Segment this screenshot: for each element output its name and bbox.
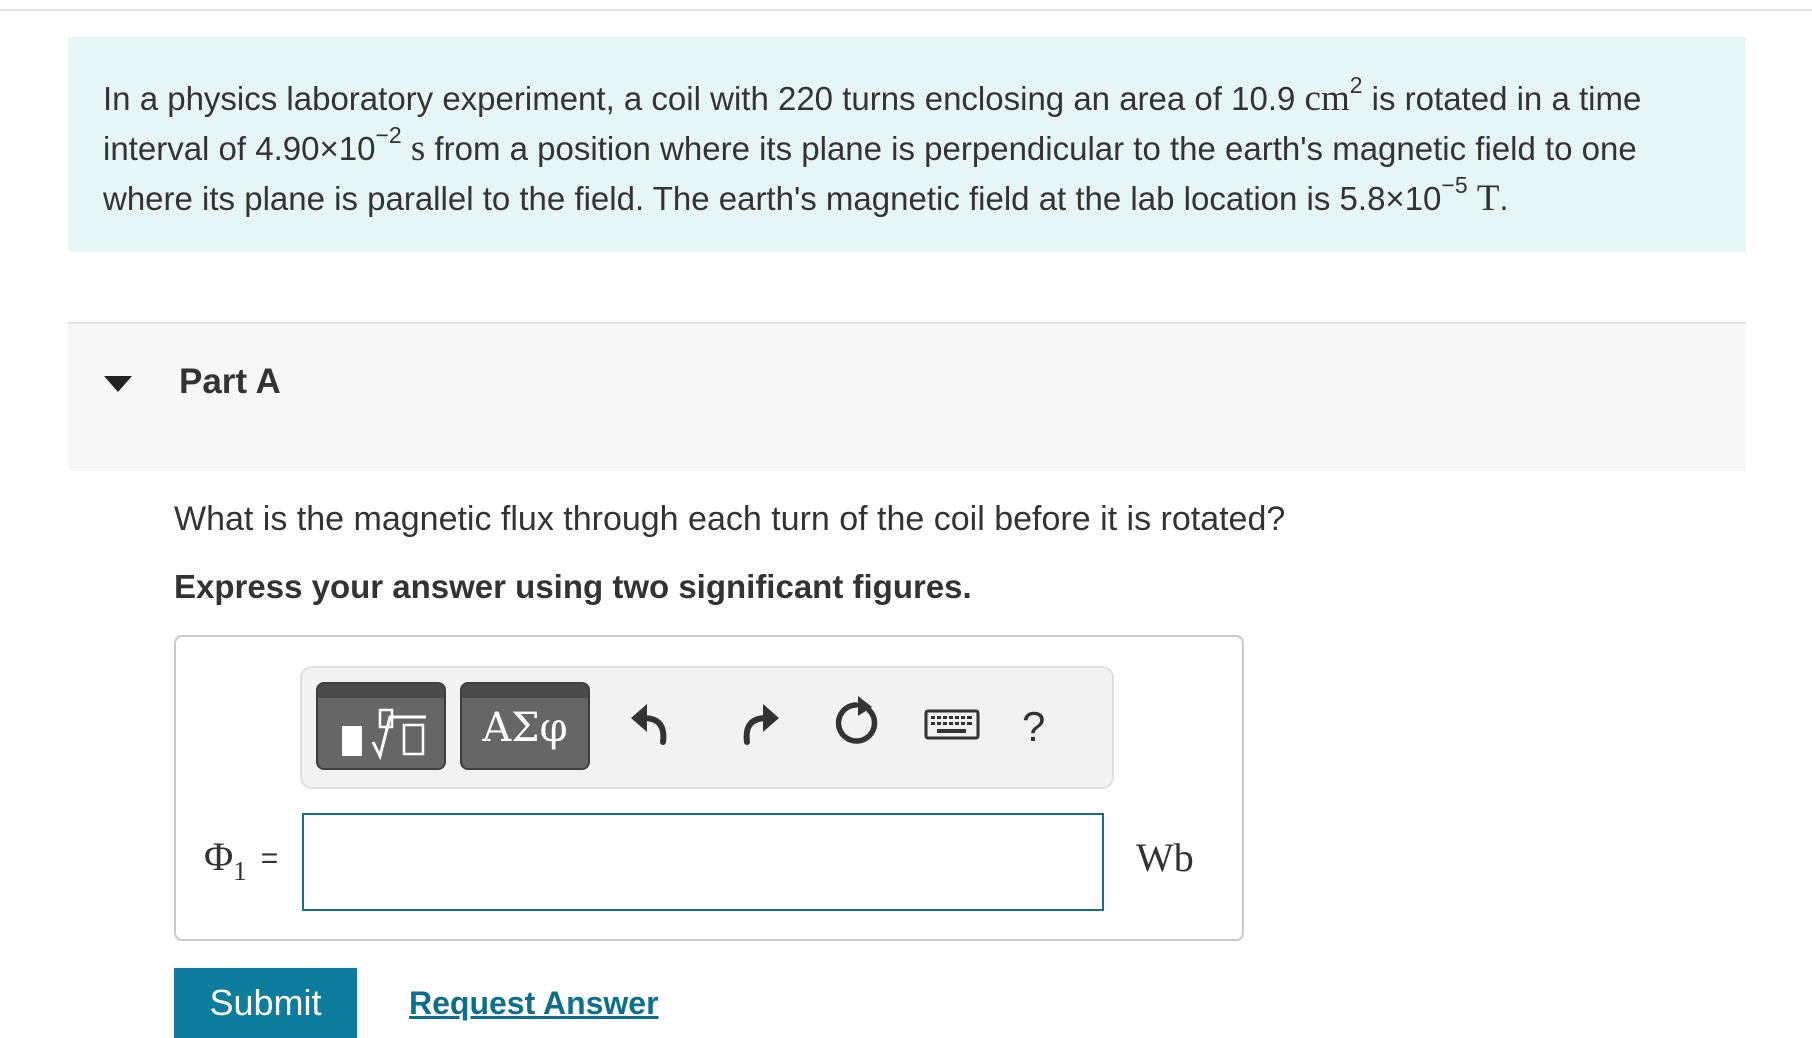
problem-text: In a physics laboratory experiment, a co… [103,74,1712,224]
math-toolbar: ΑΣφ ? [300,666,1114,789]
problem-text-1: In a physics laboratory experiment, a co… [103,80,1296,117]
top-divider [0,9,1812,11]
flux-symbol: Φ [204,834,234,879]
area-unit: cm [1304,78,1350,119]
time-unit: s [410,128,426,169]
time-exponent: −2 [375,122,402,148]
flux-subscript: 1 [233,856,247,886]
reset-icon[interactable] [828,694,886,752]
redo-icon[interactable] [727,694,785,752]
greek-symbols-button[interactable]: ΑΣφ [460,682,590,770]
unit-label: Wb [1136,835,1194,880]
keyboard-icon[interactable] [922,694,982,752]
templates-sqrt-icon[interactable] [316,682,446,770]
help-button[interactable]: ? [1022,706,1045,748]
collapse-caret-icon[interactable] [104,376,132,392]
equals-sign: = [260,842,279,875]
undo-icon[interactable] [625,694,683,752]
problem-text-4: . [1499,180,1509,217]
part-a-header[interactable]: Part A [68,322,1746,471]
templates-glyph [342,708,426,761]
part-title: Part A [179,362,281,401]
answer-instruction: Express your answer using two significan… [174,568,972,605]
greek-symbols-label: ΑΣφ [482,705,568,751]
field-unit: T [1476,178,1500,219]
answer-input[interactable] [302,813,1104,911]
area-exponent: 2 [1349,72,1363,98]
request-answer-link[interactable]: Request Answer [409,984,659,1022]
answer-variable-label: Φ1 = [204,834,279,885]
submit-button[interactable]: Submit [174,968,357,1038]
question-text: What is the magnetic flux through each t… [174,500,1286,538]
field-exponent: −5 [1441,172,1468,198]
answer-panel: ΑΣφ ? Φ1 = Wb [174,635,1244,941]
problem-statement: In a physics laboratory experiment, a co… [68,37,1746,252]
